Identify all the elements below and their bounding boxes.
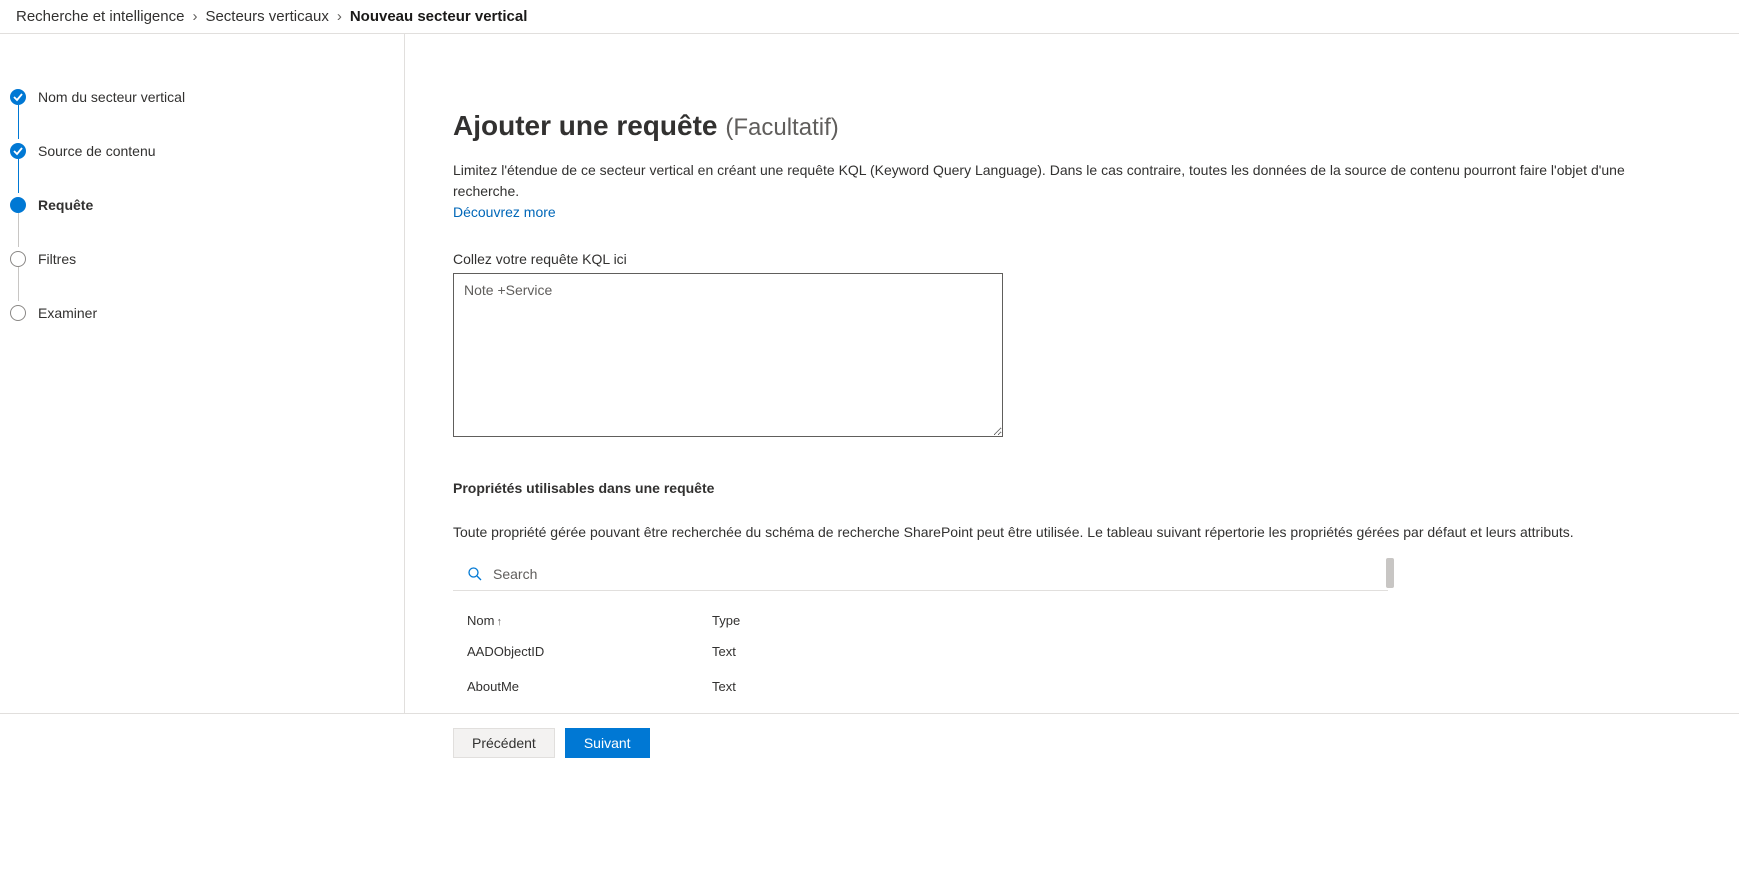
scrollbar[interactable]: [1386, 558, 1394, 588]
search-input[interactable]: [493, 566, 1374, 582]
wizard-footer: Précédent Suivant: [405, 714, 1739, 772]
kql-textarea[interactable]: [453, 273, 1003, 437]
previous-button[interactable]: Précédent: [453, 728, 555, 758]
cell-type: Text: [698, 669, 1388, 704]
table-row[interactable]: Account Text: [453, 704, 1388, 713]
wizard-steps: Nom du secteur vertical Source de conten…: [0, 34, 405, 713]
table-row[interactable]: AboutMe Text: [453, 669, 1388, 704]
chevron-right-icon: ›: [192, 8, 197, 25]
upcoming-step-icon: [10, 251, 26, 267]
cell-name: AADObjectID: [453, 634, 698, 669]
chevron-right-icon: ›: [337, 8, 342, 25]
main-content: Ajouter une requête (Facultatif) Limitez…: [405, 34, 1739, 713]
step-label: Requête: [38, 197, 93, 213]
breadcrumb-current: Nouveau secteur vertical: [350, 8, 528, 25]
learn-more-link[interactable]: Découvrez more: [453, 204, 556, 220]
step-label: Examiner: [38, 305, 97, 321]
breadcrumb-level2[interactable]: Secteurs verticaux: [205, 8, 328, 25]
step-query[interactable]: Requête: [10, 178, 404, 232]
cell-name: Account: [453, 704, 698, 713]
step-label: Filtres: [38, 251, 76, 267]
properties-table: Nom↑ Type AADObjectID Text AboutMe Text: [453, 591, 1388, 713]
kql-label: Collez votre requête KQL ici: [453, 251, 1691, 267]
checkmark-icon: [10, 143, 26, 159]
step-label: Nom du secteur vertical: [38, 89, 185, 105]
step-label: Source de contenu: [38, 143, 156, 159]
next-button[interactable]: Suivant: [565, 728, 650, 758]
column-header-type[interactable]: Type: [698, 591, 1388, 634]
checkmark-icon: [10, 89, 26, 105]
breadcrumb: Recherche et intelligence › Secteurs ver…: [0, 0, 1739, 34]
column-header-name[interactable]: Nom↑: [453, 591, 698, 634]
step-filters[interactable]: Filtres: [10, 232, 404, 286]
step-name[interactable]: Nom du secteur vertical: [10, 70, 404, 124]
table-row[interactable]: AADObjectID Text: [453, 634, 1388, 669]
properties-search: [453, 558, 1388, 591]
breadcrumb-level1[interactable]: Recherche et intelligence: [16, 8, 184, 25]
cell-type: Text: [698, 634, 1388, 669]
cell-name: AboutMe: [453, 669, 698, 704]
cell-type: Text: [698, 704, 1388, 713]
step-source[interactable]: Source de contenu: [10, 124, 404, 178]
properties-table-wrap: Nom↑ Type AADObjectID Text AboutMe Text: [453, 558, 1388, 713]
properties-description: Toute propriété gérée pouvant être reche…: [453, 524, 1691, 540]
properties-title: Propriétés utilisables dans une requête: [453, 480, 1691, 496]
step-review[interactable]: Examiner: [10, 286, 404, 340]
upcoming-step-icon: [10, 305, 26, 321]
sort-up-icon: ↑: [496, 616, 502, 628]
current-step-icon: [10, 197, 26, 213]
search-icon: [467, 566, 483, 582]
optional-label: (Facultatif): [725, 114, 838, 141]
page-title: Ajouter une requête: [453, 110, 717, 141]
page-description: Limitez l'étendue de ce secteur vertical…: [453, 160, 1691, 223]
